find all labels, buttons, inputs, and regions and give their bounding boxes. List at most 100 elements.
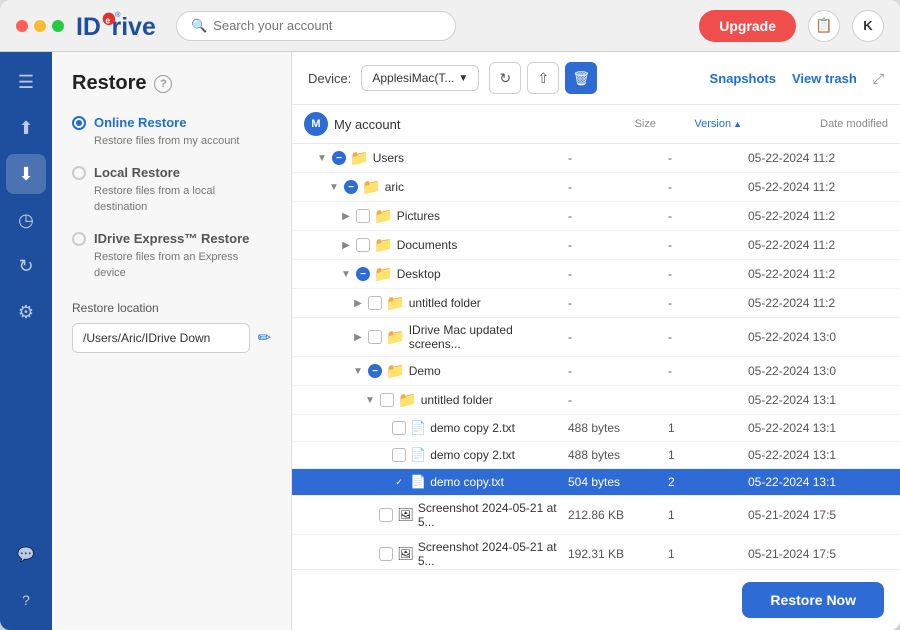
share-button[interactable]: ⇧ bbox=[527, 62, 559, 94]
view-trash-link[interactable]: View trash bbox=[792, 71, 857, 86]
checkbox[interactable] bbox=[392, 448, 406, 462]
expand-icon: ▶ bbox=[352, 332, 364, 343]
sidebar-icon-upload[interactable]: ⬆ bbox=[6, 108, 46, 148]
table-row[interactable]: ▶ ✓ 📄 demo copy.txt 504 bytes 2 05-22-20… bbox=[292, 469, 900, 496]
local-restore-option[interactable]: Local Restore Restore files from a local… bbox=[72, 165, 271, 215]
sidebar-icon-help[interactable]: ? bbox=[6, 580, 46, 620]
online-restore-radio[interactable] bbox=[72, 116, 86, 130]
checkbox[interactable] bbox=[379, 508, 393, 522]
file-version: - bbox=[668, 209, 748, 223]
checkbox[interactable] bbox=[392, 421, 406, 435]
device-selector[interactable]: ApplesiMac(T... ▼ bbox=[361, 65, 479, 91]
checkbox[interactable] bbox=[380, 393, 394, 407]
express-restore-radio[interactable] bbox=[72, 232, 86, 246]
table-row[interactable]: ▶ 📁 untitled folder - - 05-22-2024 11:2 bbox=[292, 289, 900, 318]
search-input[interactable] bbox=[213, 18, 441, 33]
sidebar-icon-settings[interactable]: ⚙ bbox=[6, 292, 46, 332]
file-name: IDrive Mac updated screens... bbox=[409, 323, 568, 351]
file-version: - bbox=[668, 364, 748, 378]
expand-icon: ▼ bbox=[364, 395, 376, 406]
delete-button[interactable]: 🗑 bbox=[565, 62, 597, 94]
table-row[interactable]: ▶ 📁 Documents - - 05-22-2024 11:2 bbox=[292, 231, 900, 260]
file-tree[interactable]: ▼ − 📁 Users - - 05-22-2024 11:2 ▼ − 📁 bbox=[292, 144, 900, 569]
express-restore-option[interactable]: IDrive Express™ Restore Restore files fr… bbox=[72, 231, 271, 281]
file-version: 1 bbox=[668, 508, 748, 522]
refresh-button[interactable]: ↻ bbox=[489, 62, 521, 94]
table-row[interactable]: ▶ 📄 demo copy 2.txt 488 bytes 1 05-22-20… bbox=[292, 442, 900, 469]
table-row[interactable]: ▼ − 📁 Users - - 05-22-2024 11:2 bbox=[292, 144, 900, 173]
image-file-icon: 🖼 bbox=[397, 546, 414, 562]
expand-icon: ▶ bbox=[340, 240, 352, 251]
sidebar-icon-download[interactable]: ⬇ bbox=[6, 154, 46, 194]
express-restore-label[interactable]: IDrive Express™ Restore bbox=[94, 231, 249, 246]
left-panel: Restore ? Online Restore Restore files f… bbox=[52, 52, 292, 630]
local-restore-desc: Restore files from a local destination bbox=[94, 184, 271, 215]
restore-location-input[interactable]: /Users/Aric/IDrive Down bbox=[72, 323, 250, 353]
table-row[interactable]: ▼ − 📁 Desktop - - 05-22-2024 11:2 bbox=[292, 260, 900, 289]
toolbar-actions: ↻ ⇧ 🗑 bbox=[489, 62, 597, 94]
sidebar-icon-sync[interactable]: ↻ bbox=[6, 246, 46, 286]
partial-check-icon: − bbox=[368, 364, 382, 378]
svg-text:ID: ID bbox=[76, 12, 101, 40]
search-bar[interactable]: 🔍 bbox=[176, 11, 456, 41]
sidebar-icon-history[interactable]: ◷ bbox=[6, 200, 46, 240]
file-version: - bbox=[668, 151, 748, 165]
traffic-lights bbox=[16, 20, 64, 32]
panel-help-icon[interactable]: ? bbox=[154, 75, 172, 93]
checkbox[interactable] bbox=[368, 296, 382, 310]
table-row[interactable]: ▶ 🖼 Screenshot 2024-05-21 at 5... 192.31… bbox=[292, 535, 900, 569]
sidebar-icon-menu[interactable]: ☰ bbox=[6, 62, 46, 102]
partial-check-icon: − bbox=[344, 180, 358, 194]
sync-icon: ↻ bbox=[18, 256, 33, 277]
refresh-icon: ↻ bbox=[499, 70, 511, 87]
edit-location-icon[interactable]: ✏ bbox=[258, 328, 271, 348]
file-name: Pictures bbox=[397, 209, 440, 223]
search-icon: 🔍 bbox=[191, 18, 207, 34]
checkbox[interactable] bbox=[368, 330, 382, 344]
table-row[interactable]: ▶ 📁 Pictures - - 05-22-2024 11:2 bbox=[292, 202, 900, 231]
notifications-button[interactable]: 📋 bbox=[808, 10, 840, 42]
close-button[interactable] bbox=[16, 20, 28, 32]
file-size: - bbox=[568, 296, 668, 310]
online-restore-option[interactable]: Online Restore Restore files from my acc… bbox=[72, 115, 271, 149]
file-name: aric bbox=[385, 180, 404, 194]
restore-now-button[interactable]: Restore Now bbox=[742, 582, 884, 618]
snapshots-link[interactable]: Snapshots bbox=[710, 71, 776, 86]
account-name: My account bbox=[334, 117, 400, 132]
checkbox[interactable] bbox=[356, 209, 370, 223]
sidebar: ☰ ⬆ ⬇ ◷ ↻ ⚙ 💬 ? bbox=[0, 52, 52, 630]
table-row[interactable]: ▼ − 📁 aric - - 05-22-2024 11:2 bbox=[292, 173, 900, 202]
file-date: 05-21-2024 17:5 bbox=[748, 547, 888, 561]
user-avatar[interactable]: K bbox=[852, 10, 884, 42]
local-restore-label[interactable]: Local Restore bbox=[94, 165, 180, 180]
svg-text:®: ® bbox=[115, 11, 121, 19]
right-panel: Device: ApplesiMac(T... ▼ ↻ ⇧ 🗑 bbox=[292, 52, 900, 630]
file-name: Users bbox=[373, 151, 404, 165]
folder-icon: 📁 bbox=[374, 207, 393, 225]
file-size: - bbox=[568, 209, 668, 223]
file-date: 05-22-2024 13:1 bbox=[748, 448, 888, 462]
file-name: demo copy.txt bbox=[430, 475, 504, 489]
file-date: 05-22-2024 11:2 bbox=[748, 296, 888, 310]
checkbox[interactable] bbox=[356, 238, 370, 252]
table-row[interactable]: ▼ 📁 untitled folder - 05-22-2024 13:1 bbox=[292, 386, 900, 415]
settings-icon: ⚙ bbox=[18, 302, 34, 323]
resize-icon[interactable]: ⤢ bbox=[873, 70, 884, 87]
file-date: 05-22-2024 13:0 bbox=[748, 330, 888, 344]
file-name: Documents bbox=[397, 238, 458, 252]
maximize-button[interactable] bbox=[52, 20, 64, 32]
sidebar-icon-chat[interactable]: 💬 bbox=[6, 534, 46, 574]
file-version: - bbox=[668, 330, 748, 344]
table-row[interactable]: ▶ 📁 IDrive Mac updated screens... - - 05… bbox=[292, 318, 900, 357]
upgrade-button[interactable]: Upgrade bbox=[699, 10, 796, 42]
checkbox[interactable]: ✓ bbox=[392, 475, 406, 489]
checkbox[interactable] bbox=[379, 547, 393, 561]
online-restore-label[interactable]: Online Restore bbox=[94, 115, 186, 130]
minimize-button[interactable] bbox=[34, 20, 46, 32]
table-row[interactable]: ▶ 📄 demo copy 2.txt 488 bytes 1 05-22-20… bbox=[292, 415, 900, 442]
file-name: Screenshot 2024-05-21 at 5... bbox=[418, 540, 568, 568]
table-row[interactable]: ▼ − 📁 Demo - - 05-22-2024 13:0 bbox=[292, 357, 900, 386]
table-row[interactable]: ▶ 🖼 Screenshot 2024-05-21 at 5... 212.86… bbox=[292, 496, 900, 535]
local-restore-radio[interactable] bbox=[72, 166, 86, 180]
account-row: M My account Size Version ▲ Date modifie… bbox=[292, 105, 900, 144]
